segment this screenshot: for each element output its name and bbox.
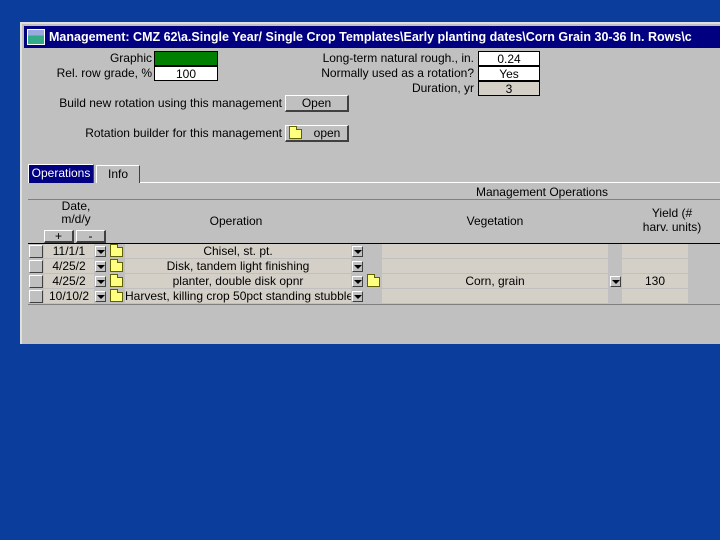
remove-row-button[interactable]: - bbox=[76, 230, 106, 243]
row-yield[interactable]: 130 bbox=[622, 274, 688, 288]
operation-dropdown-icon[interactable] bbox=[352, 261, 363, 272]
row-grade-field[interactable]: 100 bbox=[154, 66, 218, 81]
tab-info[interactable]: Info bbox=[96, 165, 140, 183]
operation-dropdown-icon[interactable] bbox=[352, 246, 363, 257]
vegetation-dropdown-icon[interactable] bbox=[610, 276, 621, 287]
row-yield[interactable] bbox=[622, 289, 688, 303]
rotation-builder-button-label: open bbox=[313, 126, 341, 140]
row-date[interactable]: 10/10/2 bbox=[44, 289, 94, 303]
operation-folder-icon[interactable] bbox=[110, 259, 123, 272]
date-dropdown-icon[interactable] bbox=[95, 246, 106, 257]
row-grade-label: Rel. row grade, % bbox=[56, 66, 152, 80]
operation-folder-icon[interactable] bbox=[110, 244, 123, 257]
row-yield[interactable] bbox=[622, 259, 688, 273]
row-date[interactable]: 4/25/2 bbox=[44, 274, 94, 288]
row-vegetation[interactable] bbox=[382, 289, 608, 303]
yield-column-header: Yield (# harv. units) bbox=[642, 206, 702, 234]
rotation-builder-open-button[interactable]: open bbox=[285, 125, 349, 142]
vegetation-column-header: Vegetation bbox=[466, 214, 524, 228]
header-divider bbox=[28, 199, 720, 200]
operation-folder-icon[interactable] bbox=[110, 289, 123, 302]
duration-field: 3 bbox=[478, 81, 540, 96]
row-selector[interactable] bbox=[29, 260, 43, 273]
date-dropdown-icon[interactable] bbox=[95, 261, 106, 272]
graphic-color-swatch[interactable] bbox=[154, 51, 218, 66]
row-vegetation[interactable] bbox=[382, 259, 608, 273]
folder-icon bbox=[289, 126, 302, 139]
graphic-label: Graphic bbox=[109, 51, 152, 65]
row-operation[interactable]: Harvest, killing crop 50pct standing stu… bbox=[125, 289, 351, 303]
date-column-header: Date, m/d/y bbox=[61, 199, 91, 226]
build-rotation-open-button[interactable]: Open bbox=[285, 95, 349, 112]
grid-bottom-border bbox=[28, 304, 720, 305]
build-rotation-label: Build new rotation using this management bbox=[59, 96, 282, 110]
management-window: Management: CMZ 62\a.Single Year/ Single… bbox=[20, 22, 720, 344]
row-yield[interactable] bbox=[622, 244, 688, 258]
roughness-field[interactable]: 0.24 bbox=[478, 51, 540, 66]
operation-folder-icon[interactable] bbox=[110, 274, 123, 287]
row-operation[interactable]: planter, double disk opnr bbox=[125, 274, 351, 288]
roughness-label: Long-term natural rough., in. bbox=[322, 51, 474, 65]
rotation-field[interactable]: Yes bbox=[478, 66, 540, 81]
row-selector[interactable] bbox=[29, 245, 43, 258]
row-operation[interactable]: Disk, tandem light finishing bbox=[125, 259, 351, 273]
row-selector[interactable] bbox=[29, 290, 43, 303]
row-selector[interactable] bbox=[29, 275, 43, 288]
operation-dropdown-icon[interactable] bbox=[352, 291, 363, 302]
rotation-builder-label: Rotation builder for this management bbox=[85, 126, 282, 140]
duration-label: Duration, yr bbox=[411, 81, 474, 95]
row-vegetation[interactable]: Corn, grain bbox=[382, 274, 608, 288]
add-row-button[interactable]: + bbox=[44, 230, 74, 243]
row-date[interactable]: 11/1/1 bbox=[44, 244, 94, 258]
title-bar[interactable]: Management: CMZ 62\a.Single Year/ Single… bbox=[24, 26, 720, 48]
window-title: Management: CMZ 62\a.Single Year/ Single… bbox=[49, 30, 692, 44]
date-dropdown-icon[interactable] bbox=[95, 291, 106, 302]
table-row[interactable]: 11/1/1 Chisel, st. pt. bbox=[22, 244, 720, 259]
row-vegetation[interactable] bbox=[382, 244, 608, 258]
vegetation-folder-icon[interactable] bbox=[367, 274, 380, 287]
rotation-label: Normally used as a rotation? bbox=[321, 66, 474, 80]
table-row[interactable]: 4/25/2 planter, double disk opnr Corn, g… bbox=[22, 274, 720, 289]
row-date[interactable]: 4/25/2 bbox=[44, 259, 94, 273]
table-row[interactable]: 10/10/2 Harvest, killing crop 50pct stan… bbox=[22, 289, 720, 304]
app-icon bbox=[27, 29, 45, 45]
operation-dropdown-icon[interactable] bbox=[352, 276, 363, 287]
row-operation[interactable]: Chisel, st. pt. bbox=[125, 244, 351, 258]
management-operations-header: Management Operations bbox=[475, 185, 609, 199]
tab-baseline bbox=[140, 182, 720, 183]
operation-column-header: Operation bbox=[209, 214, 263, 228]
date-dropdown-icon[interactable] bbox=[95, 276, 106, 287]
tab-operations[interactable]: Operations bbox=[28, 164, 94, 183]
table-row[interactable]: 4/25/2 Disk, tandem light finishing bbox=[22, 259, 720, 274]
